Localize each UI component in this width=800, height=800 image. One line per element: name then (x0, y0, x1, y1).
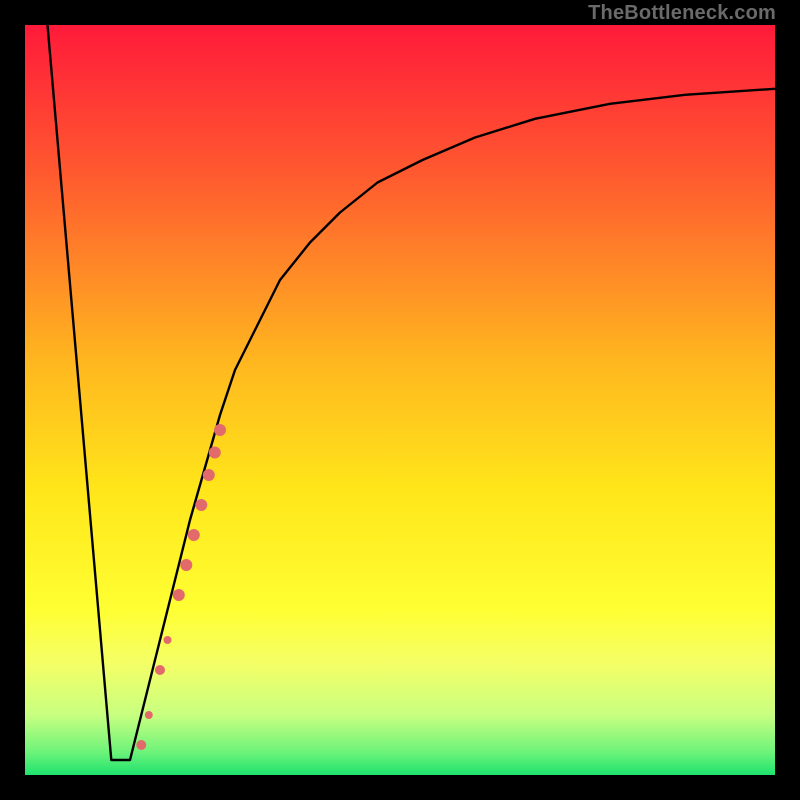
marker-dot (188, 529, 200, 541)
marker-dot (180, 559, 192, 571)
watermark-text: TheBottleneck.com (588, 2, 776, 25)
chart-frame: TheBottleneck.com (0, 0, 800, 800)
marker-dot (203, 469, 215, 481)
gradient-background (25, 25, 775, 775)
marker-dot (155, 665, 165, 675)
marker-dot (145, 711, 153, 719)
marker-dot (209, 447, 221, 459)
marker-dot (136, 740, 146, 750)
marker-dot (214, 424, 226, 436)
marker-dot (173, 589, 185, 601)
plot-area (25, 25, 775, 775)
marker-dot (164, 636, 172, 644)
chart-svg (25, 25, 775, 775)
marker-dot (195, 499, 207, 511)
